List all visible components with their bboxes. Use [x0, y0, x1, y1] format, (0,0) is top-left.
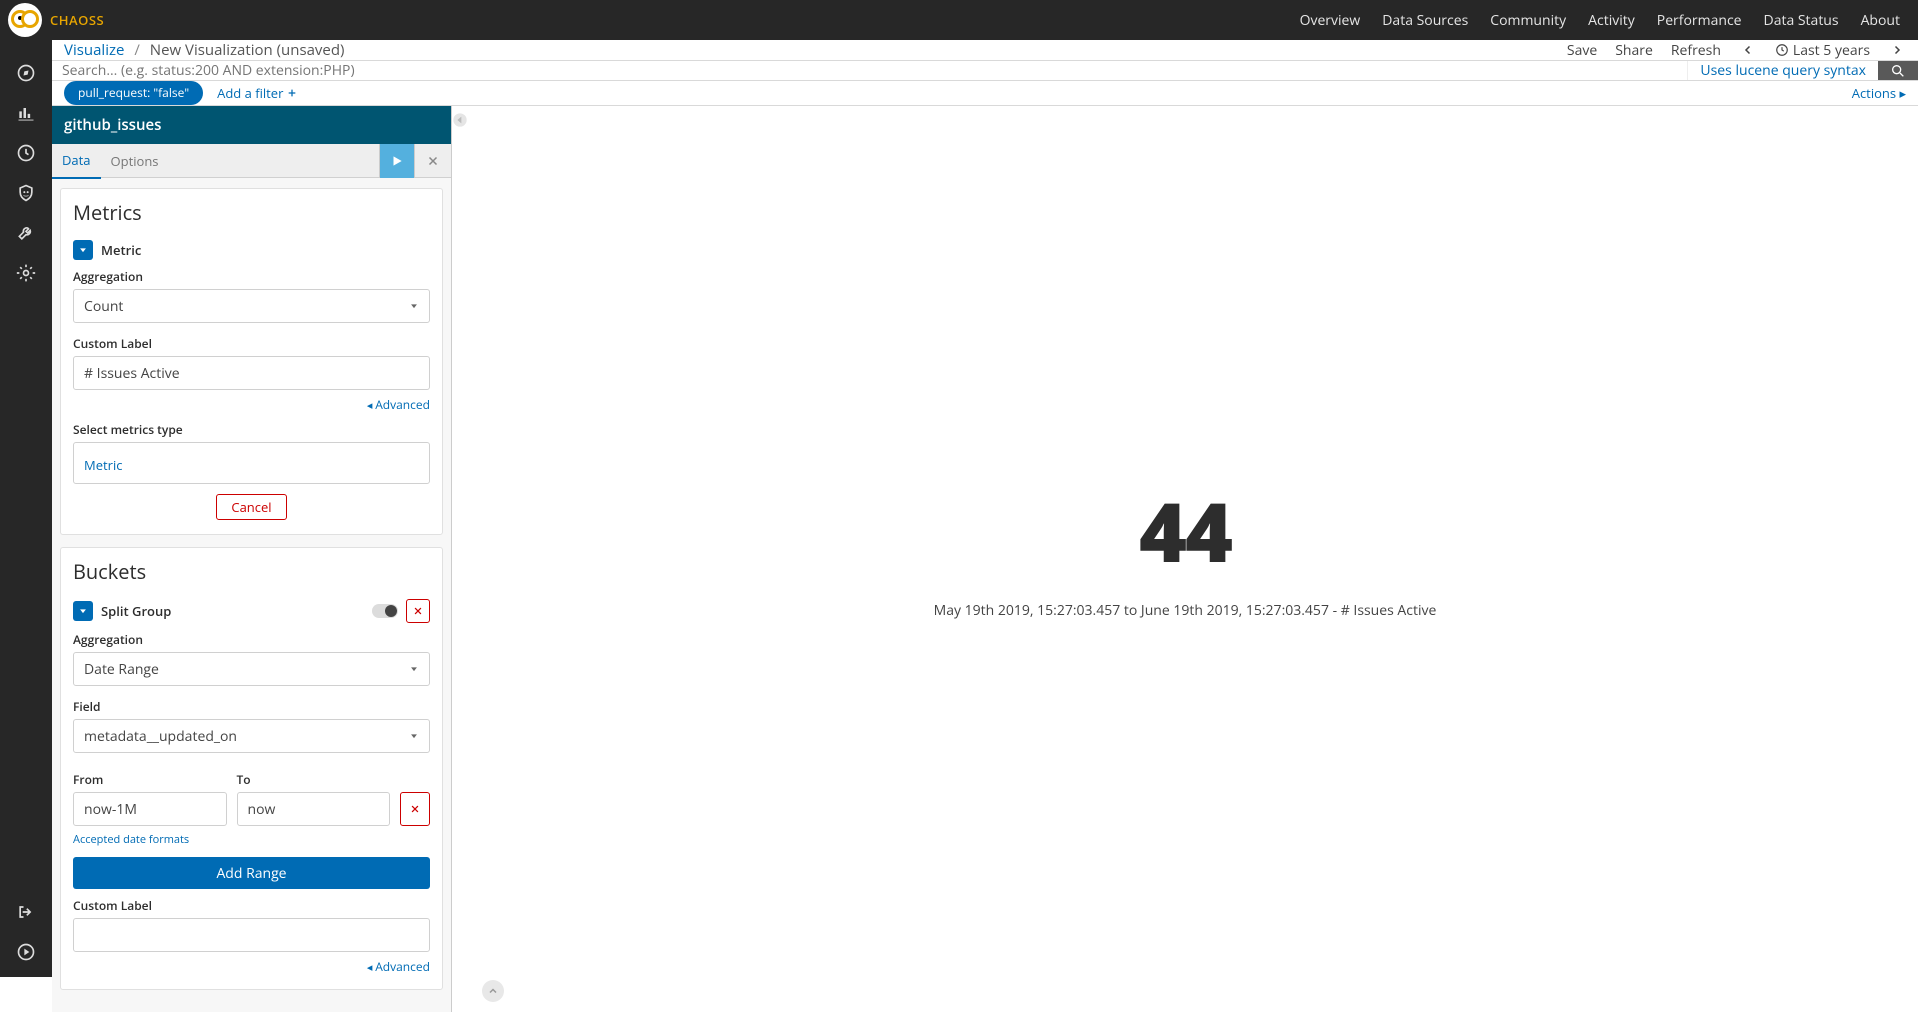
filter-row: pull_request: "false" Add a filter Actio… — [52, 81, 1918, 106]
custom-label-label: Custom Label — [73, 335, 430, 352]
logo-icon[interactable] — [8, 3, 42, 37]
nav-link[interactable]: Performance — [1657, 11, 1742, 30]
caret-down-icon[interactable] — [73, 601, 93, 621]
discard-button[interactable] — [415, 144, 451, 178]
search-input[interactable] — [52, 61, 1687, 80]
dashboard-icon[interactable] — [13, 140, 39, 166]
custom-label-input[interactable] — [73, 356, 430, 390]
top-actions: Save Share Refresh Last 5 years — [1567, 41, 1906, 60]
time-prev-icon[interactable] — [1739, 41, 1757, 59]
field-select[interactable]: metadata__updated_on — [73, 719, 430, 753]
breadcrumb-bar: Visualize / New Visualization (unsaved) … — [52, 40, 1918, 61]
index-name: github_issues — [52, 106, 451, 144]
actions-menu[interactable]: Actions ▸ — [1852, 84, 1906, 102]
metrics-title: Metrics — [73, 199, 430, 226]
save-button[interactable]: Save — [1567, 41, 1597, 60]
enable-toggle[interactable] — [372, 604, 398, 618]
bucket-aggregation-select[interactable]: Date Range — [73, 652, 430, 686]
breadcrumb: Visualize / New Visualization (unsaved) — [64, 40, 344, 60]
delete-bucket-button[interactable] — [406, 599, 430, 623]
metric-header: Metric — [73, 240, 430, 260]
bucket-header: Split Group — [73, 599, 430, 623]
nav-link[interactable]: Data Sources — [1382, 11, 1468, 30]
scroll-top-icon[interactable] — [482, 980, 504, 1002]
side-rail — [0, 40, 52, 977]
visualize-icon[interactable] — [13, 100, 39, 126]
time-next-icon[interactable] — [1888, 41, 1906, 59]
share-button[interactable]: Share — [1615, 41, 1653, 60]
bucket-custom-label-input[interactable] — [73, 918, 430, 952]
tab-options[interactable]: Options — [101, 144, 169, 178]
panel-body: Metrics Metric Aggregation Count Custom … — [52, 178, 451, 1012]
aggregation-select[interactable]: Count — [73, 289, 430, 323]
add-range-button[interactable]: Add Range — [73, 857, 430, 889]
add-filter-button[interactable]: Add a filter — [217, 84, 297, 102]
metric-value: 44 — [934, 475, 1437, 587]
app-body: Visualize / New Visualization (unsaved) … — [52, 40, 1918, 977]
visualization-area: 44 May 19th 2019, 15:27:03.457 to June 1… — [452, 106, 1918, 1012]
security-icon[interactable] — [13, 180, 39, 206]
tab-data[interactable]: Data — [52, 143, 101, 179]
collapse-panel-icon[interactable] — [452, 112, 470, 130]
caret-down-icon[interactable] — [73, 240, 93, 260]
nav-link[interactable]: Data Status — [1764, 11, 1839, 30]
bucket-custom-label-label: Custom Label — [73, 897, 430, 914]
metric-type-link[interactable]: Metric — [84, 450, 122, 476]
logout-icon[interactable] — [13, 899, 39, 925]
nav-link[interactable]: Community — [1490, 11, 1566, 30]
select-metrics-type-label: Select metrics type — [73, 421, 430, 438]
metric-label: Metric — [101, 241, 430, 259]
devtools-icon[interactable] — [13, 220, 39, 246]
global-nav: CHAOSS Overview Data Sources Community A… — [0, 0, 1918, 40]
panel-tabs: Data Options — [52, 144, 451, 178]
editor-panel: github_issues Data Options Metrics Metri… — [52, 106, 452, 1012]
crumb-current: New Visualization (unsaved) — [150, 40, 345, 60]
metrics-card: Metrics Metric Aggregation Count Custom … — [60, 188, 443, 535]
metrics-type-box: Metric — [73, 442, 430, 484]
nav-right: Overview Data Sources Community Activity… — [1300, 11, 1900, 30]
buckets-title: Buckets — [73, 558, 430, 585]
accepted-formats-link[interactable]: Accepted date formats — [73, 832, 189, 847]
refresh-button[interactable]: Refresh — [1671, 41, 1721, 60]
search-button[interactable] — [1878, 61, 1918, 80]
collapse-icon[interactable] — [13, 939, 39, 965]
query-syntax-link[interactable]: Uses lucene query syntax — [1687, 61, 1878, 80]
time-picker[interactable]: Last 5 years — [1775, 41, 1870, 60]
metric-caption: May 19th 2019, 15:27:03.457 to June 19th… — [934, 601, 1437, 620]
aggregation-label: Aggregation — [73, 268, 430, 285]
filter-pill[interactable]: pull_request: "false" — [64, 81, 203, 105]
from-label: From — [73, 771, 227, 788]
split-group-label: Split Group — [101, 602, 364, 620]
nav-link[interactable]: Overview — [1300, 11, 1361, 30]
bucket-aggregation-label: Aggregation — [73, 631, 430, 648]
to-label: To — [237, 771, 391, 788]
search-row: Uses lucene query syntax — [52, 61, 1918, 81]
nav-link[interactable]: Activity — [1588, 11, 1635, 30]
from-input[interactable] — [73, 792, 227, 826]
brand-label: CHAOSS — [50, 11, 104, 29]
main-area: github_issues Data Options Metrics Metri… — [52, 106, 1918, 1012]
cancel-button[interactable]: Cancel — [216, 494, 286, 520]
nav-left: CHAOSS — [8, 3, 104, 37]
management-icon[interactable] — [13, 260, 39, 286]
buckets-card: Buckets Split Group Aggregation Date Ran… — [60, 547, 443, 990]
advanced-toggle[interactable]: Advanced — [73, 396, 430, 413]
nav-link[interactable]: About — [1861, 11, 1900, 30]
field-label: Field — [73, 698, 430, 715]
bucket-advanced-toggle[interactable]: Advanced — [73, 958, 430, 975]
metric-display: 44 May 19th 2019, 15:27:03.457 to June 1… — [934, 475, 1437, 620]
discover-icon[interactable] — [13, 60, 39, 86]
to-input[interactable] — [237, 792, 391, 826]
crumb-root[interactable]: Visualize — [64, 40, 124, 60]
apply-button[interactable] — [379, 144, 415, 178]
delete-range-button[interactable] — [400, 792, 430, 826]
